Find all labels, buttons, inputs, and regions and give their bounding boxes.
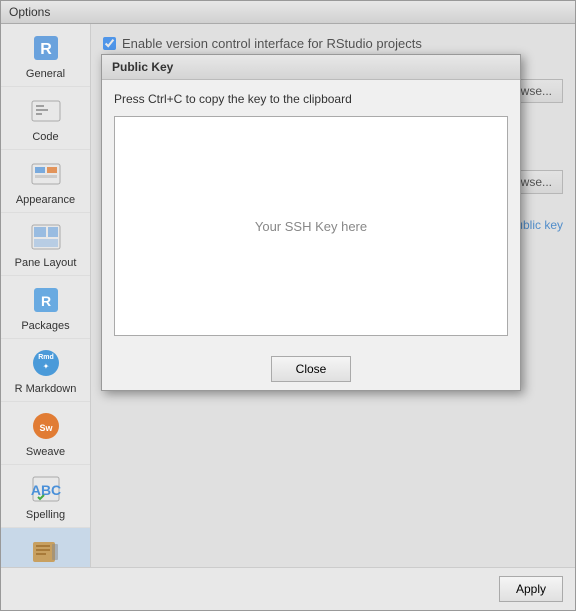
sidebar-item-general-label: General — [26, 68, 65, 80]
options-window: Options R General — [0, 0, 576, 611]
sidebar-item-appearance-label: Appearance — [16, 194, 75, 206]
r-markdown-icon: Rmd ✦ — [28, 345, 64, 381]
svg-text:Sw: Sw — [39, 423, 53, 433]
sidebar-item-pane-layout[interactable]: Pane Layout — [1, 213, 90, 276]
sidebar-item-sweave-label: Sweave — [26, 446, 65, 458]
bottom-bar: Apply — [1, 567, 575, 610]
svg-text:ABC: ABC — [30, 482, 60, 498]
svg-text:Rmd: Rmd — [38, 354, 54, 361]
sidebar-item-code[interactable]: Code — [1, 87, 90, 150]
right-panel: Enable version control interface for RSt… — [91, 24, 575, 567]
ssh-key-box: Your SSH Key here — [114, 116, 508, 336]
window-title: Options — [9, 5, 50, 19]
dialog-instruction: Press Ctrl+C to copy the key to the clip… — [114, 92, 508, 106]
dialog-overlay: Public Key Press Ctrl+C to copy the key … — [91, 24, 575, 567]
ssh-key-placeholder: Your SSH Key here — [255, 219, 367, 234]
sidebar-item-appearance[interactable]: Appearance — [1, 150, 90, 213]
sidebar-item-r-markdown[interactable]: Rmd ✦ R Markdown — [1, 339, 90, 402]
sidebar-item-packages-label: Packages — [21, 320, 69, 332]
code-icon — [28, 93, 64, 129]
sidebar-item-packages[interactable]: R Packages — [1, 276, 90, 339]
pane-layout-icon — [28, 219, 64, 255]
public-key-dialog: Public Key Press Ctrl+C to copy the key … — [101, 54, 521, 391]
svg-text:R: R — [40, 293, 50, 309]
general-icon: R — [28, 30, 64, 66]
dialog-title-bar: Public Key — [102, 55, 520, 80]
sidebar-item-code-label: Code — [32, 131, 58, 143]
sidebar-item-spelling-label: Spelling — [26, 509, 65, 521]
sidebar-item-pane-layout-label: Pane Layout — [15, 257, 77, 269]
sidebar-item-r-markdown-label: R Markdown — [15, 383, 77, 395]
apply-button[interactable]: Apply — [499, 576, 563, 602]
svg-text:✦: ✦ — [42, 362, 49, 371]
dialog-footer: Close — [102, 348, 520, 390]
sidebar: R General Code — [1, 24, 91, 567]
sweave-icon: Sw — [28, 408, 64, 444]
svg-text:R: R — [40, 41, 52, 58]
sidebar-item-sweave[interactable]: Sw Sweave — [1, 402, 90, 465]
appearance-icon — [28, 156, 64, 192]
sidebar-item-spelling[interactable]: ABC Spelling — [1, 465, 90, 528]
close-button[interactable]: Close — [271, 356, 352, 382]
sidebar-item-git-svn[interactable]: Git/SVN — [1, 528, 90, 567]
title-bar: Options — [1, 1, 575, 24]
git-svn-icon — [28, 534, 64, 567]
spelling-icon: ABC — [28, 471, 64, 507]
main-content: R General Code — [1, 24, 575, 567]
dialog-body: Press Ctrl+C to copy the key to the clip… — [102, 80, 520, 348]
sidebar-item-general[interactable]: R General — [1, 24, 90, 87]
packages-icon: R — [28, 282, 64, 318]
dialog-title: Public Key — [112, 60, 173, 74]
